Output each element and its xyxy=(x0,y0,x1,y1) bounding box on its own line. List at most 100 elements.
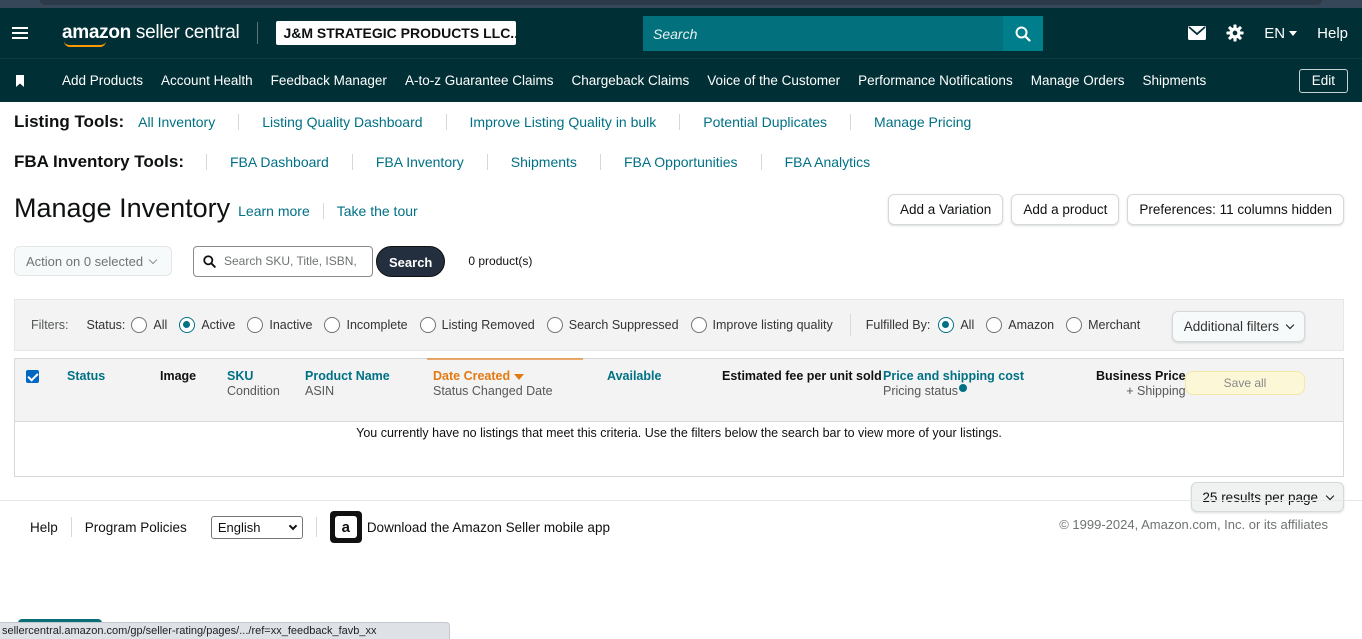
col-product-name[interactable]: Product Name ASIN xyxy=(305,369,390,399)
status-radio-all[interactable] xyxy=(131,317,148,333)
col-asin-label: ASIN xyxy=(305,384,335,398)
link-fba-inventory[interactable]: FBA Inventory xyxy=(376,154,464,170)
additional-filters-button[interactable]: Additional filters xyxy=(1171,311,1305,342)
nav-item-feedback-manager[interactable]: Feedback Manager xyxy=(271,73,387,88)
nav-item-shipments[interactable]: Shipments xyxy=(1143,73,1207,88)
status-filter-label: Status: xyxy=(86,318,126,332)
seller-central-logo[interactable]: amazon seller central xyxy=(62,22,240,47)
nav-item-chargeback-claims[interactable]: Chargeback Claims xyxy=(572,73,690,88)
amazon-app-icon[interactable]: a xyxy=(329,511,362,543)
divider xyxy=(445,114,447,130)
mail-icon[interactable] xyxy=(1188,26,1207,40)
status-radio-incomplete[interactable] xyxy=(324,317,341,333)
chevron-down-icon xyxy=(1325,491,1335,500)
add-product-button[interactable]: Add a product xyxy=(1011,194,1120,225)
link-listing-quality-dashboard[interactable]: Listing Quality Dashboard xyxy=(262,114,422,130)
nav-items: Add Products Account Health Feedback Man… xyxy=(62,73,1206,88)
link-potential-duplicates[interactable]: Potential Duplicates xyxy=(703,114,827,130)
bulk-action-select[interactable]: Action on 0 selected xyxy=(14,246,172,276)
table-empty-message: You currently have no listings that meet… xyxy=(356,426,1002,440)
divider xyxy=(322,203,324,219)
logo-rest-text: seller central xyxy=(130,22,240,43)
col-status[interactable]: Status xyxy=(67,369,105,384)
col-plus-shipping-label: + Shipping xyxy=(1126,384,1186,398)
footer-help-link[interactable]: Help xyxy=(30,520,58,535)
col-sku[interactable]: SKU Condition xyxy=(227,369,280,399)
bulk-action-row: Action on 0 selected Search SKU, Title, … xyxy=(0,244,1362,278)
status-radio-active[interactable] xyxy=(179,317,196,333)
fulfilled-radio-amazon[interactable] xyxy=(986,317,1003,333)
top-header: amazon seller central J&M STRATEGIC PROD… xyxy=(0,8,1362,58)
filters-bar: Filters: Status: All Active Inactive Inc… xyxy=(14,299,1344,351)
fba-tools-label: FBA Inventory Tools: xyxy=(14,152,184,171)
status-option-label: All xyxy=(153,318,168,332)
browser-tab-curve xyxy=(40,0,1322,5)
download-app-link[interactable]: Download the Amazon Seller mobile app xyxy=(367,520,610,535)
take-tour-link[interactable]: Take the tour xyxy=(337,203,418,219)
sorted-column-indicator xyxy=(427,358,583,360)
inventory-search-input[interactable]: Search SKU, Title, ISBN, xyxy=(193,245,373,277)
col-date-created-label: Date Created xyxy=(433,369,511,383)
page-title: Manage Inventory xyxy=(14,192,231,223)
inventory-table: Status Image SKU Condition Product Name AS… xyxy=(14,358,1344,477)
preferences-button[interactable]: Preferences: 11 columns hidden xyxy=(1127,194,1344,225)
add-variation-button[interactable]: Add a Variation xyxy=(888,194,1004,225)
save-all-button[interactable]: Save all xyxy=(1185,371,1305,395)
col-price-shipping[interactable]: Price and shipping cost Pricing status xyxy=(883,369,1024,399)
browser-top-stripe xyxy=(0,0,1362,8)
link-fba-shipments[interactable]: Shipments xyxy=(511,154,577,170)
nav-item-add-products[interactable]: Add Products xyxy=(62,73,143,88)
footer-language-select[interactable]: English xyxy=(210,515,303,539)
chevron-down-icon xyxy=(1285,320,1295,330)
col-business-price: Business Price + Shipping xyxy=(1096,369,1186,399)
fulfilled-radio-all[interactable] xyxy=(938,317,955,333)
nav-item-voice-of-customer[interactable]: Voice of the Customer xyxy=(707,73,840,88)
link-fba-dashboard[interactable]: FBA Dashboard xyxy=(230,154,329,170)
link-manage-pricing[interactable]: Manage Pricing xyxy=(874,114,971,130)
learn-more-link[interactable]: Learn more xyxy=(238,203,310,219)
fulfilled-radio-merchant[interactable] xyxy=(1066,317,1083,333)
col-business-price-label: Business Price xyxy=(1096,369,1186,383)
status-radio-improve-quality[interactable] xyxy=(690,317,707,333)
col-fee-label: Estimated fee per unit sold xyxy=(722,369,882,383)
col-available[interactable]: Available xyxy=(607,369,661,384)
hamburger-menu-icon[interactable] xyxy=(0,27,40,39)
gear-icon[interactable] xyxy=(1226,24,1244,42)
listing-tools-row: Listing Tools: All Inventory Listing Qua… xyxy=(14,102,1362,142)
footer-language-label: English xyxy=(217,519,261,535)
results-per-page-label: 25 results per page xyxy=(1202,489,1318,505)
status-radio-search-suppressed[interactable] xyxy=(546,317,563,333)
help-link[interactable]: Help xyxy=(1317,25,1348,42)
logo-bold-text: amazon xyxy=(62,22,131,43)
link-improve-listing-quality-bulk[interactable]: Improve Listing Quality in bulk xyxy=(470,114,657,130)
edit-nav-button[interactable]: Edit xyxy=(1298,69,1348,93)
info-icon[interactable] xyxy=(959,384,968,392)
inventory-search-button[interactable]: Search xyxy=(376,245,446,277)
status-radio-listing-removed[interactable] xyxy=(419,317,436,333)
nav-item-a-to-z-claims[interactable]: A-to-z Guarantee Claims xyxy=(405,73,554,88)
link-fba-analytics[interactable]: FBA Analytics xyxy=(785,154,871,170)
nav-item-manage-orders[interactable]: Manage Orders xyxy=(1031,73,1125,88)
global-search-input[interactable] xyxy=(643,16,1003,51)
col-date-created[interactable]: Date Created Status Changed Date xyxy=(433,369,553,399)
table-header: Status Image SKU Condition Product Name AS… xyxy=(15,358,1343,422)
nav-item-account-health[interactable]: Account Health xyxy=(161,73,253,88)
status-radio-inactive[interactable] xyxy=(247,317,264,333)
status-option-label: Search Suppressed xyxy=(568,318,679,332)
link-all-inventory[interactable]: All Inventory xyxy=(138,114,215,130)
language-selector[interactable]: EN xyxy=(1264,25,1298,42)
search-button[interactable] xyxy=(1003,16,1043,51)
search-icon xyxy=(203,254,216,268)
status-option-label: Listing Removed xyxy=(441,318,535,332)
chevron-down-icon xyxy=(288,521,298,530)
col-estimated-fee: Estimated fee per unit sold xyxy=(722,369,882,384)
results-per-page-select[interactable]: 25 results per page xyxy=(1191,482,1344,512)
link-fba-opportunities[interactable]: FBA Opportunities xyxy=(624,154,738,170)
bookmark-icon[interactable] xyxy=(0,74,40,87)
account-switcher[interactable]: J&M STRATEGIC PRODUCTS LLC... xyxy=(276,21,517,45)
product-count: 0 product(s) xyxy=(468,254,533,268)
footer-program-policies-link[interactable]: Program Policies xyxy=(85,520,187,535)
nav-item-performance-notifications[interactable]: Performance Notifications xyxy=(858,73,1013,88)
browser-status-url: sellercentral.amazon.com/gp/seller-ratin… xyxy=(0,622,450,639)
select-all-checkbox[interactable] xyxy=(26,370,39,383)
